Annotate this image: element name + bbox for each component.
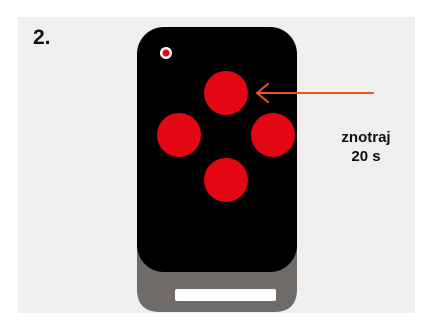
remote-button-bottom[interactable]	[204, 158, 248, 202]
time-note-line2: 20 s	[351, 148, 381, 165]
remote-button-left[interactable]	[157, 113, 201, 157]
remote-slot	[175, 289, 276, 301]
remote-button-top[interactable]	[204, 71, 248, 115]
time-note-line1: znotraj	[341, 129, 391, 146]
instruction-figure: 2. znotraj 20 s	[0, 0, 427, 322]
remote-button-right[interactable]	[251, 113, 295, 157]
status-led-core	[162, 49, 170, 57]
time-note: znotraj 20 s	[326, 128, 406, 166]
